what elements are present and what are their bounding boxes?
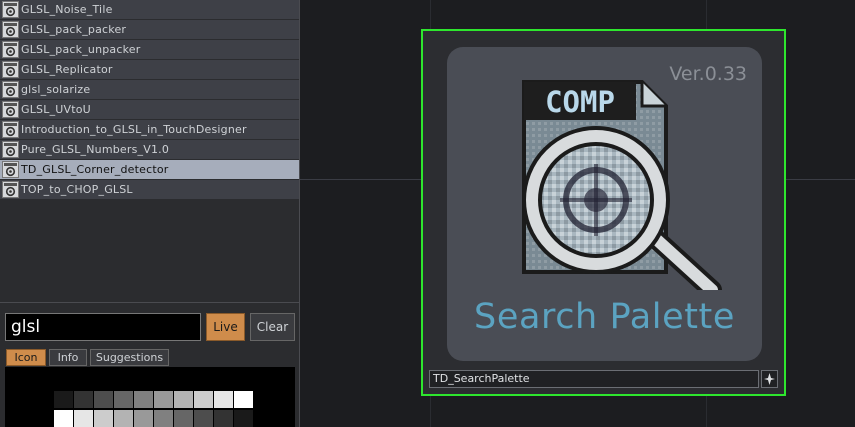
node-name-field[interactable]: TD_SearchPalette xyxy=(429,370,759,388)
tab-info[interactable]: Info xyxy=(49,349,87,366)
search-result-label: GLSL_pack_packer xyxy=(21,23,127,36)
search-result-label: TOP_to_CHOP_GLSL xyxy=(21,183,133,196)
search-result-item[interactable]: TD_GLSL_Corner_detector xyxy=(0,160,299,179)
preview-swatch xyxy=(214,410,233,427)
search-result-label: Pure_GLSL_Numbers_V1.0 xyxy=(21,143,170,156)
preview-swatch xyxy=(54,410,73,427)
preview-swatch xyxy=(214,391,233,408)
clear-button[interactable]: Clear xyxy=(250,313,295,341)
comp-magnifier-icon: COMP xyxy=(520,80,730,300)
search-result-item[interactable]: GLSL_pack_unpacker xyxy=(0,40,299,59)
comp-operator-icon xyxy=(2,181,19,198)
search-result-item[interactable]: GLSL_pack_packer xyxy=(0,20,299,39)
comp-operator-icon xyxy=(2,21,19,38)
comp-operator-icon xyxy=(2,81,19,98)
comp-operator-icon xyxy=(2,121,19,138)
preview-swatch xyxy=(154,391,173,408)
plus-star-icon xyxy=(764,373,775,385)
search-result-label: glsl_solarize xyxy=(21,83,91,96)
preview-swatch xyxy=(134,410,153,427)
app-title: Search Palette xyxy=(474,297,735,337)
search-result-label: GLSL_Replicator xyxy=(21,63,113,76)
search-result-item[interactable]: glsl_solarize xyxy=(0,80,299,99)
comp-operator-icon xyxy=(2,61,19,78)
comp-operator-icon xyxy=(2,101,19,118)
preview-swatch xyxy=(194,391,213,408)
preview-swatch xyxy=(154,410,173,427)
preview-swatch xyxy=(174,391,193,408)
search-result-item[interactable]: GLSL_Noise_Tile xyxy=(0,0,299,19)
comp-operator-icon xyxy=(2,1,19,18)
tab-suggestions[interactable]: Suggestions xyxy=(90,349,169,366)
tab-icon[interactable]: Icon xyxy=(6,349,46,366)
preview-swatch xyxy=(54,391,73,408)
icon-preview xyxy=(5,367,295,427)
search-result-label: GLSL_UVtoU xyxy=(21,103,91,116)
search-result-label: GLSL_pack_unpacker xyxy=(21,43,141,56)
search-result-item[interactable]: GLSL_UVtoU xyxy=(0,100,299,119)
search-palette-panel: GLSL_Noise_Tile GLSL_pack_packer GLSL_pack… xyxy=(0,0,300,427)
comp-operator-icon xyxy=(2,41,19,58)
search-result-label: Introduction_to_GLSL_in_TouchDesigner xyxy=(21,123,247,136)
preview-swatch xyxy=(94,391,113,408)
preview-swatch xyxy=(114,410,133,427)
preview-swatch xyxy=(134,391,153,408)
search-input[interactable] xyxy=(5,313,201,341)
preview-swatch xyxy=(234,391,253,408)
preview-swatch xyxy=(74,410,93,427)
preview-swatch xyxy=(234,410,253,427)
preview-swatch xyxy=(94,410,113,427)
search-result-label: GLSL_Noise_Tile xyxy=(21,3,113,16)
search-result-label: TD_GLSL_Corner_detector xyxy=(21,163,169,176)
search-result-item[interactable]: Introduction_to_GLSL_in_TouchDesigner xyxy=(0,120,299,139)
search-results-list: GLSL_Noise_Tile GLSL_pack_packer GLSL_pack… xyxy=(0,0,299,200)
preview-swatch xyxy=(174,410,193,427)
preview-swatch xyxy=(114,391,133,408)
node-add-button[interactable] xyxy=(761,370,778,388)
search-palette-node[interactable]: Ver.0.33 COMP Search Palette TD_SearchPa… xyxy=(421,29,786,396)
search-result-item[interactable]: GLSL_Replicator xyxy=(0,60,299,79)
search-result-item[interactable]: Pure_GLSL_Numbers_V1.0 xyxy=(0,140,299,159)
panel-divider xyxy=(0,302,299,303)
node-viewer: Ver.0.33 COMP Search Palette xyxy=(447,47,762,361)
comp-operator-icon xyxy=(2,141,19,158)
top-operator-icon xyxy=(2,161,19,178)
preview-swatch xyxy=(194,410,213,427)
preview-swatch xyxy=(74,391,93,408)
search-result-item[interactable]: TOP_to_CHOP_GLSL xyxy=(0,180,299,199)
comp-badge-text: COMP xyxy=(545,85,615,119)
live-toggle-button[interactable]: Live xyxy=(206,313,245,341)
